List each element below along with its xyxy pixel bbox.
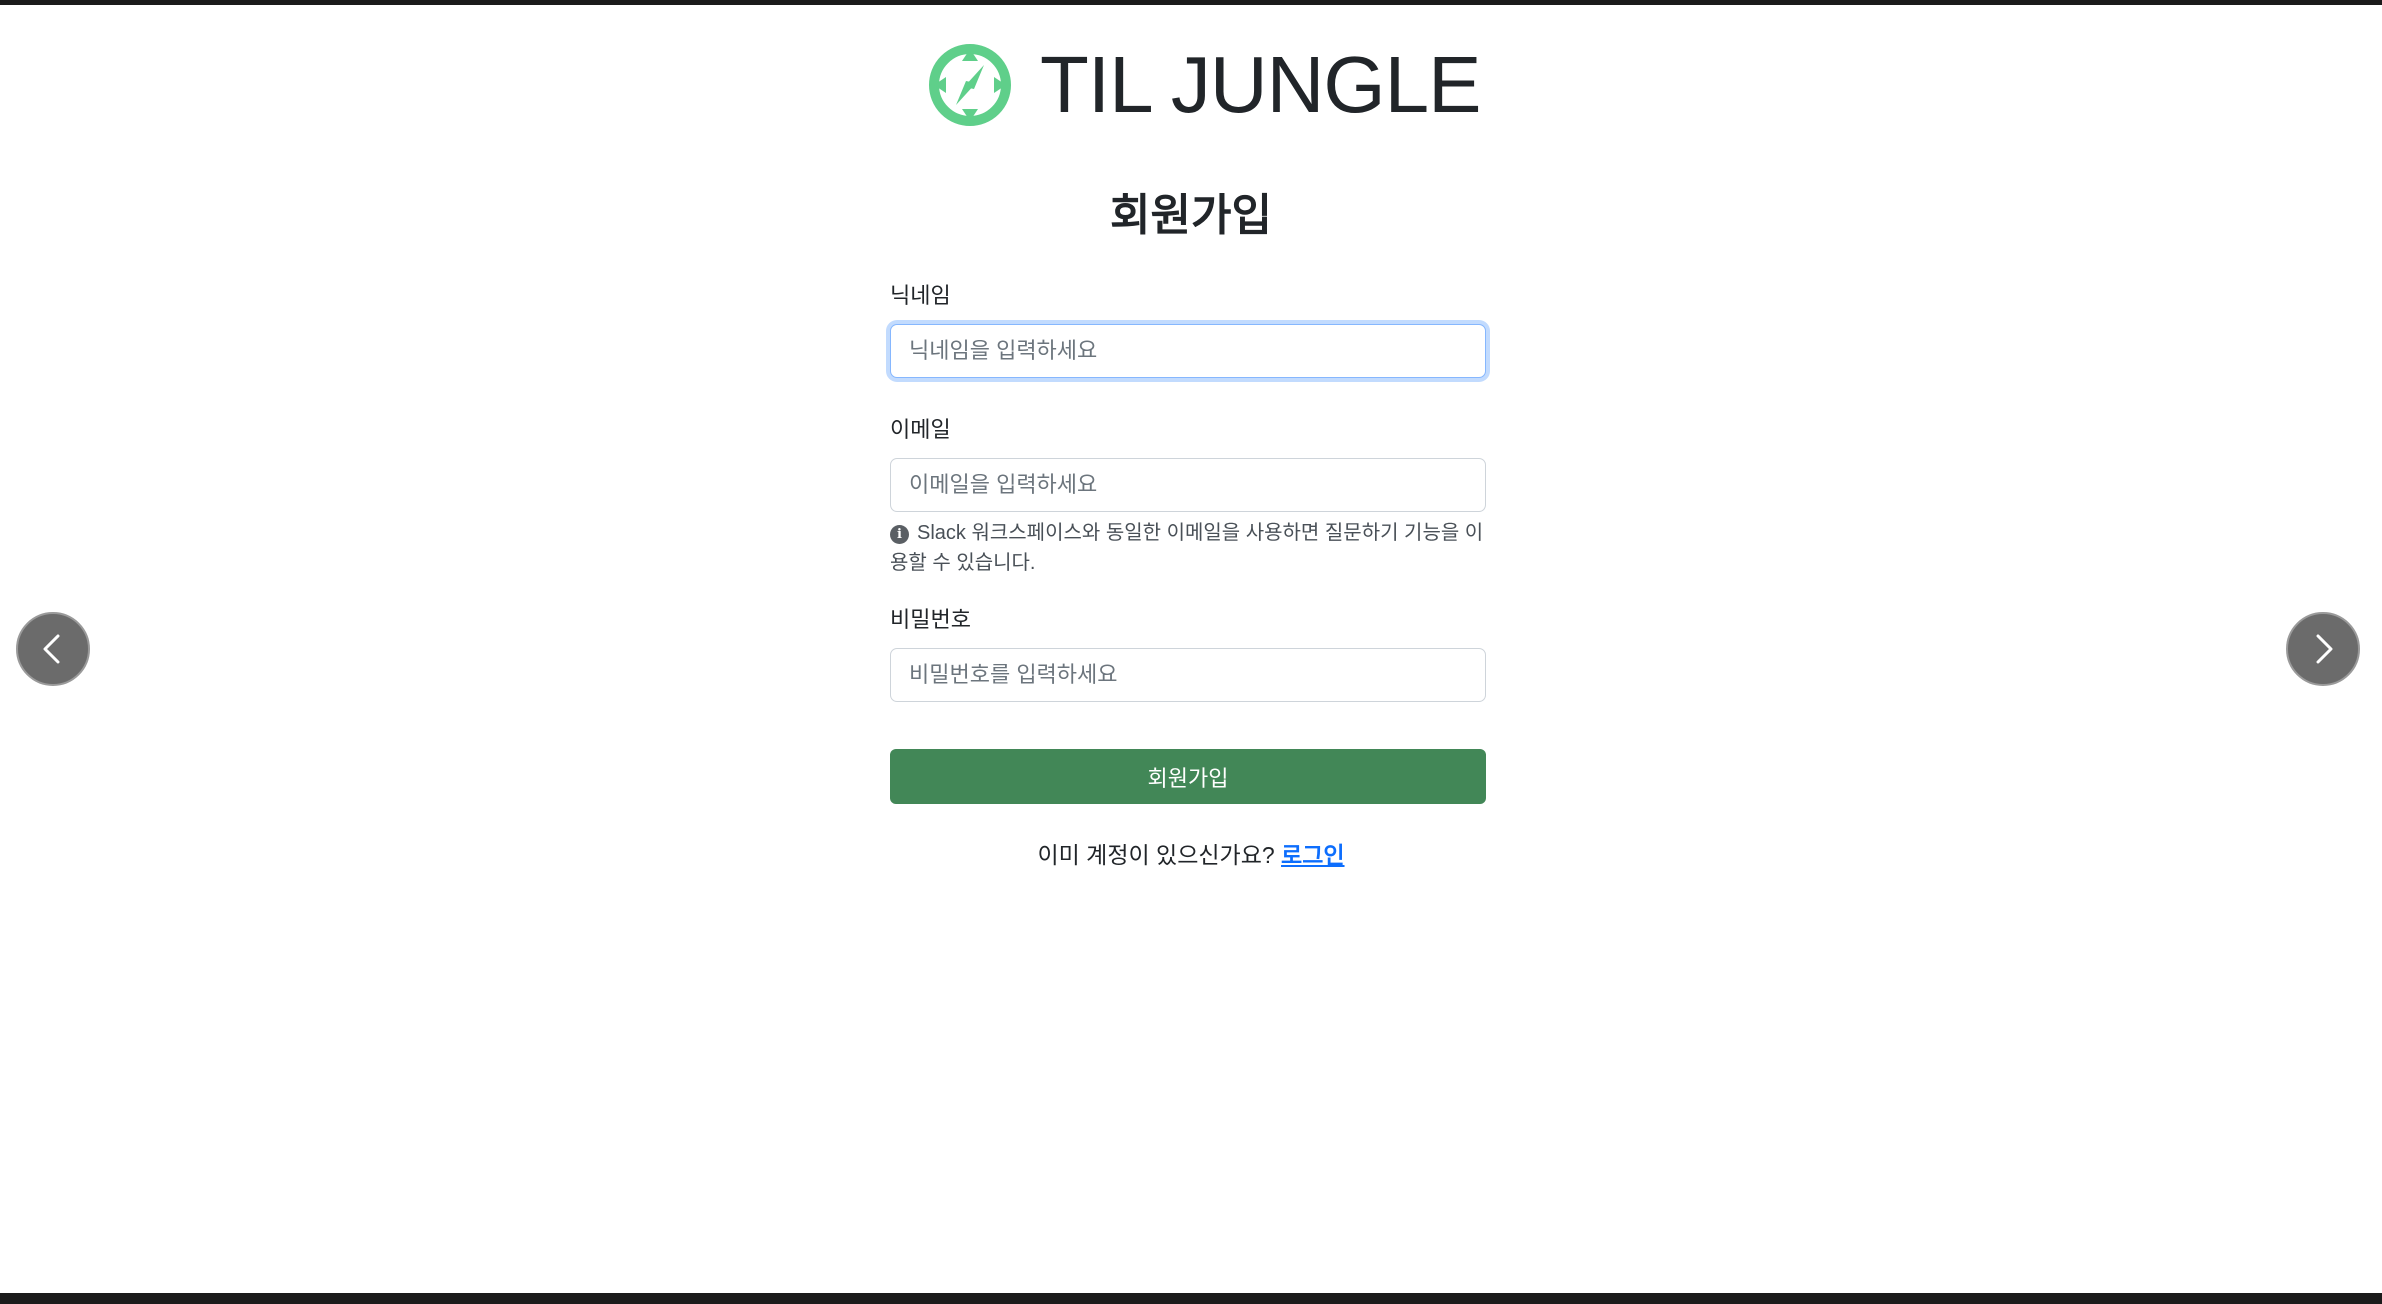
signup-button[interactable]: 회원가입 [890, 749, 1486, 804]
next-slide-button[interactable] [2286, 612, 2360, 686]
signup-form: 닉네임 이메일 iSlack 워크스페이스와 동일한 이메일을 사용하면 질문하… [890, 280, 1486, 738]
login-link[interactable]: 로그인 [1281, 842, 1344, 868]
brand-name: TIL JUNGLE [1040, 40, 1481, 129]
email-label: 이메일 [890, 417, 951, 442]
chevron-left-icon [43, 634, 60, 664]
nickname-label: 닉네임 [890, 283, 951, 308]
email-group: 이메일 iSlack 워크스페이스와 동일한 이메일을 사용하면 질문하기 기능… [890, 414, 1486, 578]
password-input[interactable] [890, 648, 1486, 702]
password-label: 비밀번호 [890, 607, 971, 632]
brand-logo: TIL JUNGLE [926, 40, 1481, 130]
compass-icon [929, 44, 1011, 126]
window-bottom-border [0, 1293, 2382, 1304]
password-group: 비밀번호 [890, 604, 1486, 702]
email-help: i Slack 워크스페이스와 동일한 이메일을 사용하면 질문하기 기능을 이용… [890, 518, 1486, 578]
page-title: 회원가입 [1110, 191, 1272, 240]
info-icon: i [890, 525, 909, 544]
prev-slide-button[interactable] [16, 612, 90, 686]
nickname-group: 닉네임 [890, 280, 1486, 378]
chevron-right-icon [2316, 634, 2333, 664]
window-top-border [0, 0, 2382, 5]
email-input[interactable] [890, 458, 1486, 512]
email-help-text: Slack 워크스페이스와 동일한 이메일을 사용하면 질문하기 기능을 이용할… [890, 522, 1484, 574]
nickname-input[interactable] [890, 324, 1486, 378]
login-prompt-text: 이미 계정이 있으신가요? [1037, 842, 1275, 868]
login-prompt: 이미 계정이 있으신가요? 로그인 [0, 838, 2382, 872]
